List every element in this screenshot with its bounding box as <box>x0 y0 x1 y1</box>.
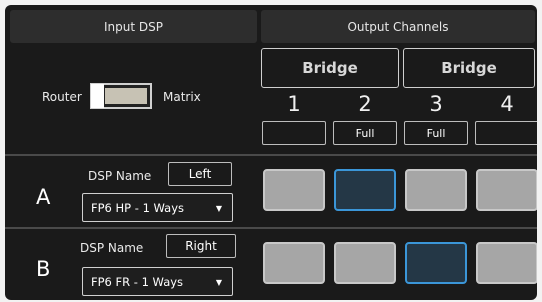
chevron-down-icon: ▼ <box>215 204 222 213</box>
channel-mode-2[interactable]: Full <box>333 121 397 145</box>
matrix-cell-a-1[interactable] <box>263 169 325 211</box>
toggle-track <box>105 88 147 104</box>
channel-number-3: 3 <box>429 92 443 116</box>
channel-mode-4[interactable] <box>475 121 537 145</box>
bridge-button-3-4[interactable]: Bridge <box>403 48 535 88</box>
matrix-label: Matrix <box>163 90 201 104</box>
bridge-button-1-2[interactable]: Bridge <box>261 48 399 88</box>
preset-select-a-value: FP6 HP - 1 Ways <box>91 200 185 215</box>
dsp-routing-panel: Input DSP Output Channels Bridge Bridge … <box>5 5 537 300</box>
tab-input-dsp[interactable]: Input DSP <box>10 10 257 43</box>
matrix-cell-a-3[interactable] <box>405 169 467 211</box>
dsp-name-label-a: DSP Name <box>88 169 152 183</box>
channel-mode-3[interactable]: Full <box>404 121 468 145</box>
router-matrix-toggle[interactable] <box>90 83 152 109</box>
chevron-down-icon: ▼ <box>215 278 222 287</box>
matrix-cell-b-2[interactable] <box>334 242 396 284</box>
channel-number-1: 1 <box>287 92 301 116</box>
toggle-knob[interactable] <box>91 84 104 108</box>
row-letter-b: B <box>36 257 51 281</box>
matrix-cell-b-1[interactable] <box>263 242 325 284</box>
matrix-cell-a-4[interactable] <box>476 169 537 211</box>
row-divider <box>5 227 537 229</box>
row-letter-a: A <box>36 185 51 209</box>
channel-number-4: 4 <box>500 92 514 116</box>
dsp-name-button-a[interactable]: Left <box>168 162 232 186</box>
preset-select-b[interactable]: FP6 FR - 1 Ways ▼ <box>82 267 233 296</box>
matrix-cell-b-3[interactable] <box>405 242 467 284</box>
tab-output-channels[interactable]: Output Channels <box>261 10 535 43</box>
preset-select-b-value: FP6 FR - 1 Ways <box>91 274 184 289</box>
router-label: Router <box>42 90 82 104</box>
channel-number-2: 2 <box>358 92 372 116</box>
row-divider <box>5 154 537 156</box>
matrix-cell-a-2[interactable] <box>334 169 396 211</box>
matrix-cell-b-4[interactable] <box>476 242 537 284</box>
preset-select-a[interactable]: FP6 HP - 1 Ways ▼ <box>82 193 233 222</box>
dsp-name-button-b[interactable]: Right <box>166 234 236 258</box>
channel-mode-1[interactable] <box>262 121 326 145</box>
dsp-name-label-b: DSP Name <box>80 241 144 255</box>
